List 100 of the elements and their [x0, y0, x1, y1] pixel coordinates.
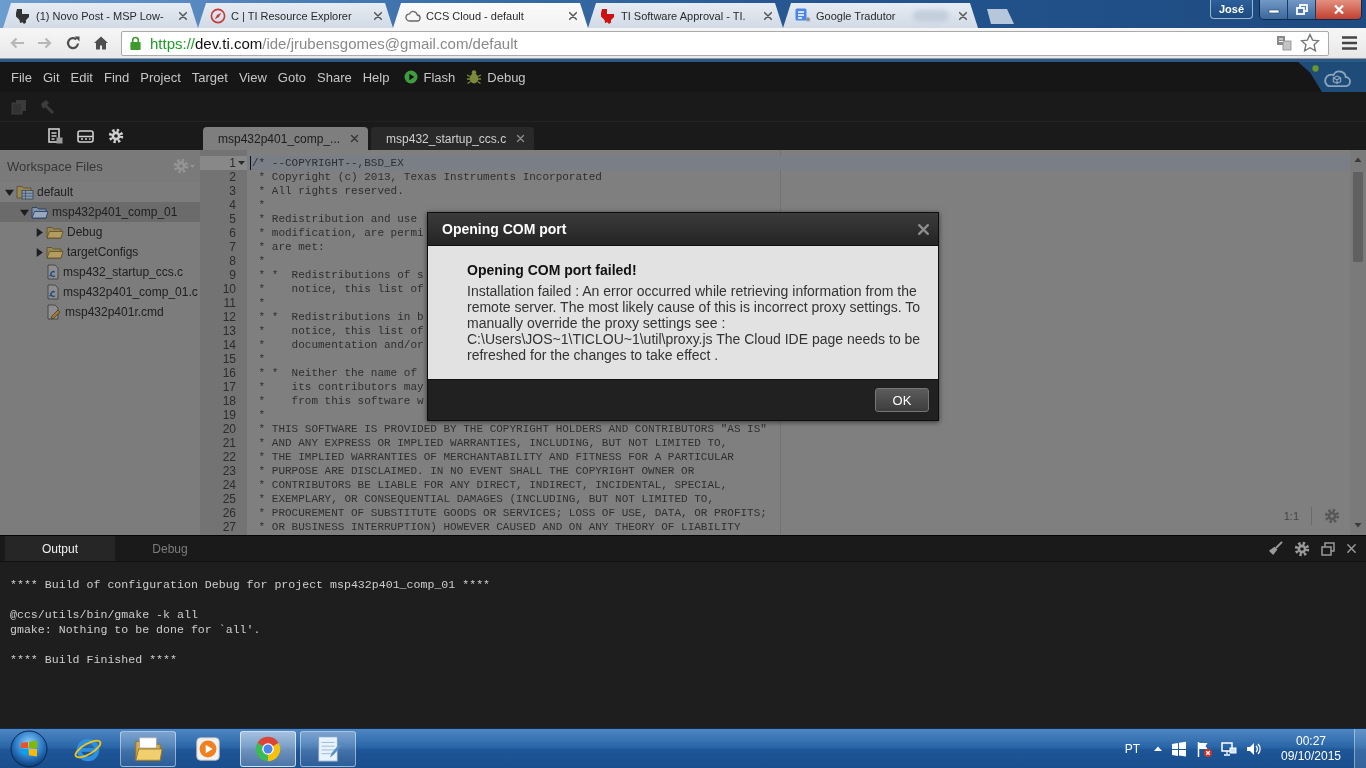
- clock-date[interactable]: 09/10/2015: [1280, 748, 1342, 764]
- language-indicator[interactable]: PT: [1124, 741, 1140, 756]
- close-icon[interactable]: [568, 10, 578, 21]
- code-line: * documentation and/or: [257, 338, 424, 352]
- fold-arrow-icon[interactable]: [238, 161, 245, 165]
- dialog-title: Opening COM port: [442, 221, 567, 237]
- address-field[interactable]: https://dev.ti.com/ide/jrubensgomes@gmail.com/default: [121, 30, 1329, 56]
- run-button[interactable]: Debug: [466, 69, 526, 85]
- tree-item[interactable]: default: [0, 182, 200, 202]
- code-line: * PROCUREMENT OF SUBSTITUTE GOODS OR SERVICES; LOSS OF USE, DATA, OR PROFITS;: [257, 506, 767, 520]
- folder-icon: [46, 244, 64, 260]
- console-line: @ccs/utils/bin/gmake -k all: [10, 607, 198, 622]
- start-button[interactable]: [10, 729, 48, 768]
- restore-button[interactable]: [1288, 0, 1316, 19]
- menu-item[interactable]: Target: [191, 69, 228, 85]
- menu-item[interactable]: Edit: [70, 69, 93, 85]
- expand-arrow-icon[interactable]: [20, 207, 29, 217]
- code-line: *: [257, 296, 266, 310]
- translate-icon[interactable]: [1276, 35, 1292, 51]
- workspace-icon: [16, 184, 34, 200]
- menu-item[interactable]: Help: [362, 69, 390, 85]
- panel-tab[interactable]: Output: [5, 536, 115, 561]
- code-line: * its contributors may: [257, 380, 424, 394]
- script-file-icon: [46, 304, 62, 320]
- taskbar-button[interactable]: [240, 730, 296, 767]
- windows-flag-icon[interactable]: [1171, 740, 1187, 757]
- browser-tab[interactable]: TI Software Approval - TI.: [588, 3, 783, 28]
- expand-arrow-icon[interactable]: [5, 187, 14, 197]
- home-icon[interactable]: [93, 35, 109, 51]
- close-button[interactable]: [1316, 0, 1361, 19]
- clock-time[interactable]: 00:27: [1296, 733, 1326, 749]
- blurred-region: [913, 9, 949, 22]
- line-number: 3: [229, 184, 236, 198]
- url-text: https://dev.ti.com/ide/jrubensgomes@gmail.com/default: [150, 34, 518, 52]
- tree-item[interactable]: Debug: [0, 222, 200, 242]
- close-icon[interactable]: [917, 222, 930, 236]
- line-number: 8: [229, 254, 236, 268]
- line-number: 11: [223, 296, 236, 310]
- settings-icon[interactable]: [1294, 540, 1310, 557]
- tree-item[interactable]: msp432_startup_ccs.c: [0, 262, 200, 282]
- close-icon[interactable]: [763, 10, 773, 21]
- menu-item[interactable]: Goto: [277, 69, 307, 85]
- browser-tab[interactable]: CCS Cloud - default: [393, 3, 588, 28]
- expand-arrow-icon[interactable]: [35, 227, 44, 237]
- ok-button[interactable]: OK: [875, 388, 929, 412]
- reload-icon[interactable]: [65, 35, 81, 51]
- close-icon[interactable]: [1346, 543, 1357, 554]
- browser-tab[interactable]: Google Tradutor: [783, 3, 978, 28]
- caret-up-icon[interactable]: [1154, 746, 1162, 751]
- menu-item[interactable]: Share: [317, 69, 352, 85]
- expand-arrow-icon[interactable]: [35, 247, 44, 257]
- code-line: * notice, this list of: [257, 282, 424, 296]
- file-list-icon[interactable]: [47, 128, 63, 144]
- network-icon[interactable]: [1221, 740, 1237, 757]
- line-number: 14: [222, 338, 236, 352]
- code-line: * THE IMPLIED WARRANTIES OF MERCHANTABILITY AND FITNESS FOR A PARTICULAR: [257, 450, 734, 464]
- site-logo-icon: [15, 7, 31, 24]
- close-icon[interactable]: [516, 134, 526, 143]
- browser-tab[interactable]: C | TI Resource Explorer: [198, 3, 393, 28]
- translate-icon: [795, 7, 811, 24]
- close-icon[interactable]: [373, 10, 383, 21]
- tree-item[interactable]: targetConfigs: [0, 242, 200, 262]
- minimize-button[interactable]: [1260, 0, 1288, 19]
- broom-icon[interactable]: [1268, 541, 1283, 556]
- menu-item[interactable]: Project: [140, 69, 181, 85]
- close-icon[interactable]: [350, 134, 360, 143]
- line-number: 6: [229, 226, 236, 240]
- menu-icon[interactable]: [1341, 35, 1358, 51]
- tree-item[interactable]: msp432p401_comp_01.c: [0, 282, 200, 302]
- restore-icon[interactable]: [1321, 541, 1335, 556]
- line-number: 17: [222, 380, 236, 394]
- editor-tab[interactable]: msp432_startup_ccs.c: [371, 127, 535, 150]
- show-desktop-button[interactable]: [1354, 729, 1366, 768]
- line-number: 21: [222, 436, 236, 450]
- line-number: 12: [222, 310, 236, 324]
- bug-icon: [466, 69, 483, 85]
- flag-alert-icon[interactable]: [1196, 740, 1212, 757]
- line-number: 24: [222, 478, 236, 492]
- code-line: * Redistribution and use: [257, 212, 418, 226]
- close-icon[interactable]: [958, 10, 968, 21]
- status-tab[interactable]: [1298, 62, 1366, 92]
- menu-item[interactable]: Git: [42, 69, 60, 85]
- menu-item[interactable]: Find: [104, 69, 130, 85]
- drive-icon[interactable]: [77, 128, 94, 144]
- taskbar-button[interactable]: [120, 730, 176, 767]
- line-number: 7: [229, 240, 236, 254]
- tree-item[interactable]: msp432p401r.cmd: [0, 302, 200, 322]
- code-line: *: [257, 408, 266, 422]
- star-icon[interactable]: [1300, 33, 1320, 53]
- menu-item[interactable]: File: [11, 69, 32, 85]
- panel-tab[interactable]: Debug: [115, 536, 225, 561]
- browser-tab[interactable]: (1) Novo Post - MSP Low-: [3, 3, 198, 28]
- taskbar-button[interactable]: [300, 730, 356, 767]
- project-folder-icon: [31, 204, 49, 220]
- play-icon: [404, 70, 419, 84]
- menu-item[interactable]: View: [238, 69, 267, 85]
- close-icon[interactable]: [178, 10, 188, 21]
- run-button[interactable]: Flash: [404, 69, 456, 85]
- editor-tab[interactable]: msp432p401_comp_...: [203, 127, 369, 150]
- profile-button[interactable]: José: [1209, 0, 1253, 19]
